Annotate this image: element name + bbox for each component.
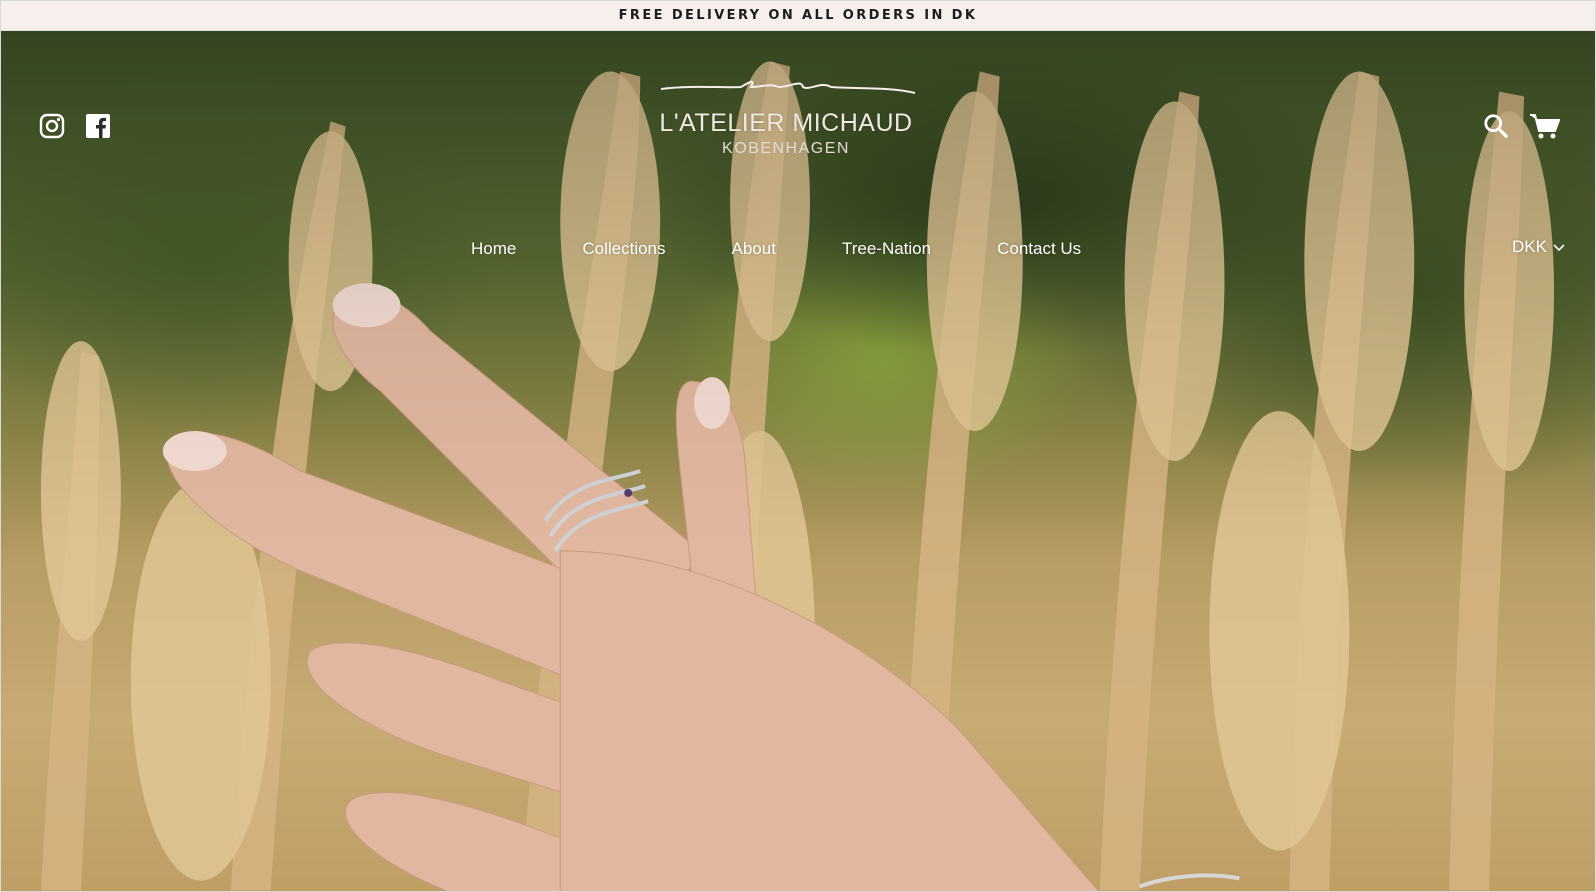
nav-item-contact-us[interactable]: Contact Us <box>997 239 1081 259</box>
announcement-text: FREE DELIVERY ON ALL ORDERS IN DK <box>618 8 978 23</box>
chevron-down-icon <box>1553 237 1565 257</box>
currency-label: DKK <box>1512 237 1547 256</box>
nav-item-home[interactable]: Home <box>471 239 516 259</box>
site-logo[interactable]: L'ATELIER MICHAUD KOBENHAGEN <box>641 71 931 191</box>
logo-signature <box>660 80 916 94</box>
search-icon[interactable] <box>1483 113 1509 139</box>
instagram-icon[interactable] <box>39 113 65 139</box>
cart-icon[interactable] <box>1529 113 1561 139</box>
main-nav: Home Collections About Tree-Nation Conta… <box>471 239 1147 259</box>
page: FREE DELIVERY ON ALL ORDERS IN DK L'ATEL… <box>0 0 1596 892</box>
site-header: L'ATELIER MICHAUD KOBENHAGEN Home Collec… <box>1 31 1595 291</box>
nav-item-collections[interactable]: Collections <box>582 239 665 259</box>
facebook-icon[interactable] <box>85 113 111 139</box>
logo-name: L'ATELIER MICHAUD <box>659 109 913 137</box>
nav-item-tree-nation[interactable]: Tree-Nation <box>842 239 931 259</box>
nav-item-about[interactable]: About <box>732 239 776 259</box>
social-links <box>39 113 111 139</box>
announcement-bar: FREE DELIVERY ON ALL ORDERS IN DK <box>1 1 1595 31</box>
logo-subtitle: KOBENHAGEN <box>722 140 850 157</box>
header-actions <box>1483 113 1561 139</box>
currency-selector[interactable]: DKK <box>1512 237 1565 257</box>
